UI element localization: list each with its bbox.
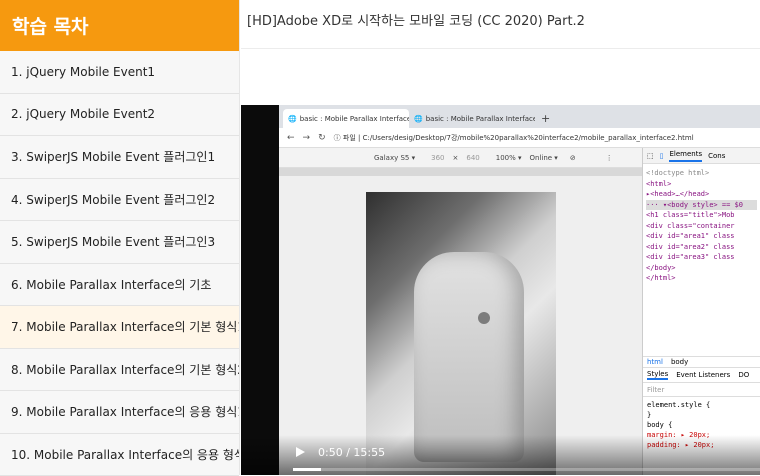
video-controls: 0:50 / 15:55	[241, 435, 760, 475]
dom-node[interactable]: ▸<head>…</head>	[646, 189, 757, 200]
dom-node[interactable]: <h1 class="title">Mob	[646, 210, 757, 221]
style-rule-line: }	[647, 410, 757, 420]
seat-button	[478, 312, 490, 324]
viewport-height[interactable]: 640	[466, 154, 479, 162]
sidebar-title: 학습 목차	[0, 0, 239, 51]
video-progress-fill	[293, 468, 321, 471]
devtools-tabs: ⬚ ▯ Elements Cons	[643, 148, 760, 164]
more-icon[interactable]: ⋮	[606, 154, 613, 162]
crumb-html[interactable]: html	[647, 358, 663, 366]
browser-tab[interactable]: 🌐 basic : Mobile Parallax Interface ✕	[283, 109, 409, 128]
browser-tab[interactable]: 🌐 basic : Mobile Parallax Interface ✕	[409, 109, 535, 128]
tab-elements[interactable]: Elements	[669, 150, 702, 162]
car-seat-image	[366, 192, 556, 475]
back-icon[interactable]: ←	[287, 133, 295, 143]
devtools-panel: ⬚ ▯ Elements Cons <!doctype html><html>▸…	[642, 148, 760, 475]
device-toolbar: Galaxy S5 ▾ 360 × 640 100% ▾ Online ▾ ⊘ …	[279, 148, 642, 168]
viewport-ruler	[279, 168, 642, 176]
url-text: C:/Users/desig/Desktop/7강/mobile%20paral…	[363, 134, 694, 142]
lesson-title: [HD]Adobe XD로 시작하는 모바일 코딩 (CC 2020) Part…	[241, 0, 760, 49]
dom-node[interactable]: <!doctype html>	[646, 168, 757, 179]
lesson-item[interactable]: 6. Mobile Parallax Interface의 기초	[0, 264, 239, 307]
dom-node[interactable]: <div id="area1" class	[646, 231, 757, 242]
tab-styles[interactable]: Styles	[647, 370, 668, 380]
seat-shape	[414, 252, 524, 462]
lesson-item[interactable]: 8. Mobile Parallax Interface의 기본 형식2	[0, 349, 239, 392]
new-tab-button[interactable]: +	[535, 112, 556, 128]
globe-icon: 🌐	[288, 115, 297, 123]
network-select[interactable]: Online ▾	[530, 154, 558, 162]
main-content: [HD]Adobe XD로 시작하는 모바일 코딩 (CC 2020) Part…	[241, 0, 760, 475]
style-rule-line: element.style {	[647, 400, 757, 410]
dom-tree: <!doctype html><html>▸<head>…</head>··· …	[643, 164, 760, 288]
address-bar: ← → ↻ ⓘ 파일 | C:/Users/desig/Desktop/7강/m…	[279, 128, 760, 148]
file-label: 파일	[343, 134, 356, 142]
lesson-item[interactable]: 2. jQuery Mobile Event2	[0, 94, 239, 137]
dom-node[interactable]: <div class="container	[646, 221, 757, 232]
browser-tabbar: 🌐 basic : Mobile Parallax Interface ✕ 🌐 …	[279, 105, 760, 128]
crumb-body[interactable]: body	[671, 358, 688, 366]
tab-dom[interactable]: DO	[738, 371, 749, 379]
lesson-sidebar: 학습 목차 1. jQuery Mobile Event12. jQuery M…	[0, 0, 240, 475]
lesson-item[interactable]: 3. SwiperJS Mobile Event 플러그인1	[0, 136, 239, 179]
browser-tab-label: basic : Mobile Parallax Interface	[426, 115, 535, 123]
browser-window: 🌐 basic : Mobile Parallax Interface ✕ 🌐 …	[279, 105, 760, 475]
dom-node[interactable]: ··· ▾<body style> == $0	[646, 200, 757, 211]
device-select[interactable]: Galaxy S5 ▾	[374, 154, 415, 162]
dom-node[interactable]: <div id="area3" class	[646, 252, 757, 263]
tab-console[interactable]: Cons	[708, 152, 725, 160]
times-sign: ×	[452, 154, 458, 162]
styles-tabs: Styles Event Listeners DO	[643, 368, 760, 383]
reload-icon[interactable]: ↻	[318, 133, 326, 143]
dom-node[interactable]: <div id="area2" class	[646, 242, 757, 253]
tab-event-listeners[interactable]: Event Listeners	[676, 371, 730, 379]
dom-node[interactable]: </html>	[646, 273, 757, 284]
forward-icon[interactable]: →	[303, 133, 311, 143]
lesson-item[interactable]: 10. Mobile Parallax Interface의 응용 형식2	[0, 434, 239, 476]
lesson-item[interactable]: 9. Mobile Parallax Interface의 응용 형식1	[0, 391, 239, 434]
device-viewport	[279, 168, 642, 475]
play-icon[interactable]	[293, 445, 307, 459]
device-toggle-icon[interactable]: ▯	[660, 152, 664, 160]
lesson-item[interactable]: 1. jQuery Mobile Event1	[0, 51, 239, 94]
video-player[interactable]: 🌐 basic : Mobile Parallax Interface ✕ 🌐 …	[241, 105, 760, 475]
lesson-item[interactable]: 7. Mobile Parallax Interface의 기본 형식1	[0, 306, 239, 349]
lesson-list: 1. jQuery Mobile Event12. jQuery Mobile …	[0, 51, 239, 476]
lesson-item[interactable]: 4. SwiperJS Mobile Event 플러그인2	[0, 179, 239, 222]
dom-node[interactable]: <html>	[646, 179, 757, 190]
inspect-icon[interactable]: ⬚	[647, 152, 654, 160]
url-bar[interactable]: ⓘ 파일 | C:/Users/desig/Desktop/7강/mobile%…	[334, 133, 694, 143]
info-icon: ⓘ	[334, 134, 341, 142]
viewport-width[interactable]: 360	[431, 154, 444, 162]
browser-tab-label: basic : Mobile Parallax Interface	[300, 115, 409, 123]
dom-breadcrumb: html body	[643, 356, 760, 368]
lesson-item[interactable]: 5. SwiperJS Mobile Event 플러그인3	[0, 221, 239, 264]
video-progress-bar[interactable]	[293, 468, 760, 471]
styles-filter[interactable]: Filter	[643, 383, 760, 397]
globe-icon: 🌐	[414, 115, 423, 123]
zoom-select[interactable]: 100% ▾	[496, 154, 522, 162]
rotate-icon[interactable]: ⊘	[570, 154, 576, 162]
style-rule-line: body {	[647, 420, 757, 430]
video-time: 0:50 / 15:55	[318, 446, 385, 459]
dom-node[interactable]: </body>	[646, 263, 757, 274]
